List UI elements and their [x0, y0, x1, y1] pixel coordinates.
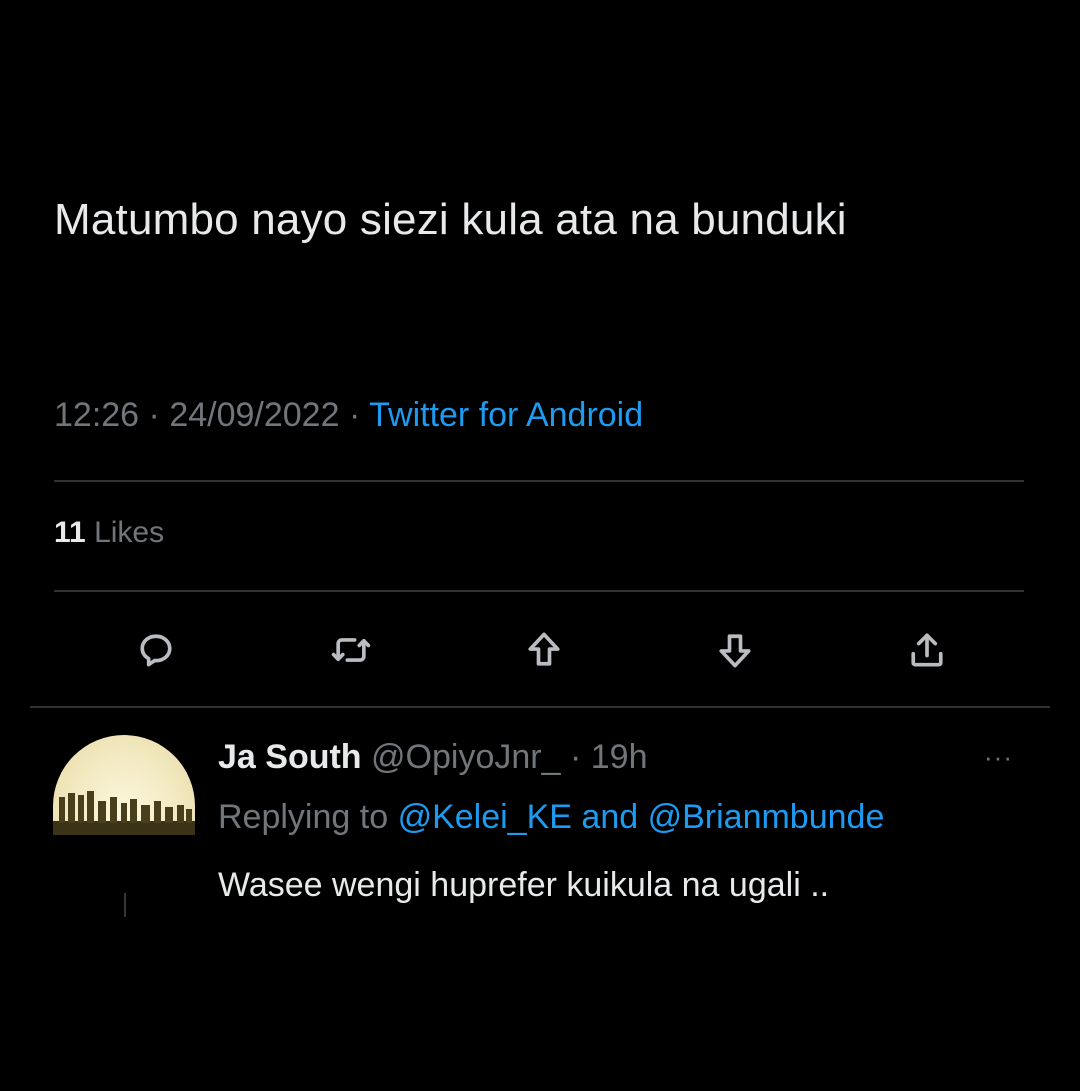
reply-time[interactable]: 19h	[591, 738, 648, 776]
likes-label: Likes	[94, 516, 165, 549]
reply-author-name[interactable]: Ja South	[218, 738, 362, 776]
tweet-time: 12:26	[54, 396, 140, 434]
mention-link[interactable]: @Brianmbunde	[648, 798, 885, 836]
retweet-button[interactable]	[321, 620, 381, 680]
share-icon	[911, 633, 943, 667]
tweet-date: 24/09/2022	[169, 396, 340, 434]
upvote-arrow-icon	[528, 632, 560, 666]
divider	[54, 480, 1024, 482]
meta-separator: ·	[148, 396, 160, 434]
meta-separator: ·	[348, 396, 361, 434]
divider	[30, 706, 1050, 708]
avatar-image	[53, 791, 195, 835]
reply-button[interactable]	[126, 620, 186, 680]
reply-header: Ja South @OpiyoJnr_ · 19h	[218, 738, 647, 777]
tweet-source-link[interactable]: Twitter for Android	[369, 396, 643, 434]
replying-to: Replying to @Kelei_KE and @Brianmbunde	[218, 798, 884, 837]
replying-to-label: Replying to	[218, 798, 389, 836]
thread-line	[124, 893, 126, 917]
upvote-button[interactable]	[514, 620, 574, 680]
downvote-button[interactable]	[705, 620, 765, 680]
header-separator: ·	[569, 738, 582, 776]
retweet-icon	[331, 638, 371, 662]
share-button[interactable]	[897, 620, 957, 680]
avatar[interactable]	[53, 735, 195, 835]
likes-stat[interactable]: 11 Likes	[54, 516, 164, 550]
comment-icon	[140, 634, 172, 667]
more-options-icon[interactable]: ···	[984, 742, 1013, 773]
reply-author-handle[interactable]: @OpiyoJnr_	[371, 738, 560, 776]
mention-link[interactable]: @Kelei_KE	[398, 798, 572, 836]
and-label: and	[581, 798, 639, 836]
divider	[54, 590, 1024, 592]
downvote-arrow-icon	[719, 634, 751, 668]
tweet-text: Matumbo nayo siezi kula ata na bunduki	[54, 195, 847, 244]
likes-count: 11	[54, 516, 86, 549]
reply-text: Wasee wengi huprefer kuikula na ugali ..	[218, 866, 830, 904]
tweet-meta: 12:26 · 24/09/2022 · Twitter for Android	[54, 396, 643, 435]
